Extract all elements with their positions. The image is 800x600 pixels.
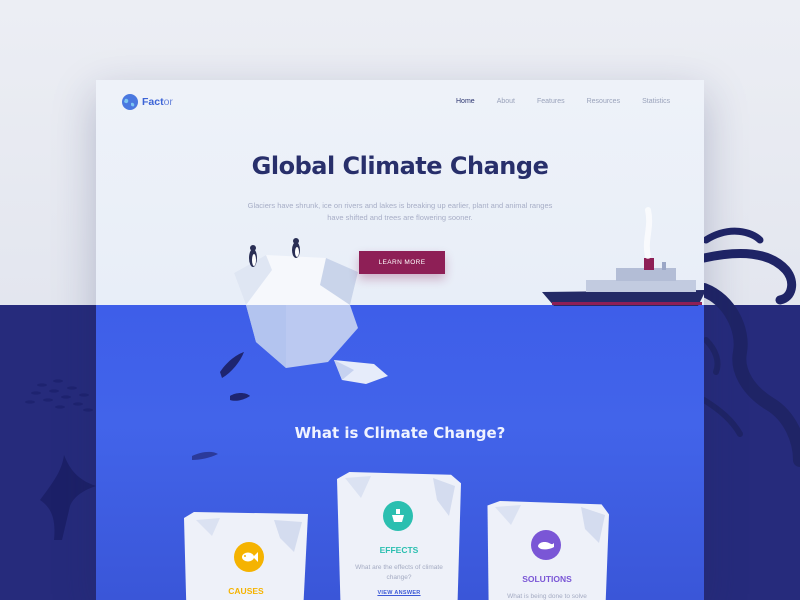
nav-link-resources[interactable]: Resources: [587, 98, 620, 105]
hero-subtitle: Glaciers have shrunk, ice on rivers and …: [247, 201, 553, 222]
octopus-tentacles: [697, 227, 800, 467]
card-effects-title: EFFECTS: [379, 545, 419, 555]
card-solutions-text: What is being done to solve: [507, 593, 587, 600]
dolphin-illustration: [192, 352, 250, 460]
card-solutions-title: SOLUTIONS: [522, 574, 572, 584]
nav-link-about[interactable]: About: [497, 98, 515, 105]
brand-name-bold: Fact: [142, 96, 164, 108]
whale-tail: [40, 455, 96, 540]
fish-school: [25, 379, 93, 412]
learn-more-button[interactable]: LEARN MORE: [359, 251, 445, 274]
card-causes[interactable]: CAUSES: [184, 512, 308, 600]
nav-link-features[interactable]: Features: [537, 98, 565, 105]
nav-link-statistics[interactable]: Statistics: [642, 98, 670, 105]
card-effects[interactable]: EFFECTS What are the effects of climate …: [337, 472, 461, 600]
view-answer-link[interactable]: VIEW ANSWER: [337, 590, 461, 596]
brand-name: Factor: [142, 96, 173, 108]
card-effects-text: What are the effects of climate change?: [355, 564, 443, 581]
card-causes-title: CAUSES: [228, 586, 264, 596]
whale-icon: [531, 530, 561, 560]
top-navbar: Factor Home About Features Resources Sta…: [96, 80, 704, 124]
landing-page: Factor Home About Features Resources Sta…: [96, 80, 704, 600]
hero-title: Global Climate Change: [251, 152, 549, 180]
brand-name-light: or: [163, 96, 173, 108]
nav-menu: Home About Features Resources Statistics: [456, 98, 692, 105]
iceberg-illustration: [234, 255, 388, 384]
fish-icon: [234, 542, 264, 572]
ship-icon: [383, 501, 413, 531]
card-solutions[interactable]: SOLUTIONS What is being done to solve: [487, 501, 609, 600]
globe-icon: [122, 94, 138, 110]
nav-link-home[interactable]: Home: [456, 98, 475, 105]
section-title: What is Climate Change?: [294, 424, 506, 442]
brand-logo[interactable]: Factor: [122, 94, 173, 110]
ship-illustration: [542, 207, 704, 306]
